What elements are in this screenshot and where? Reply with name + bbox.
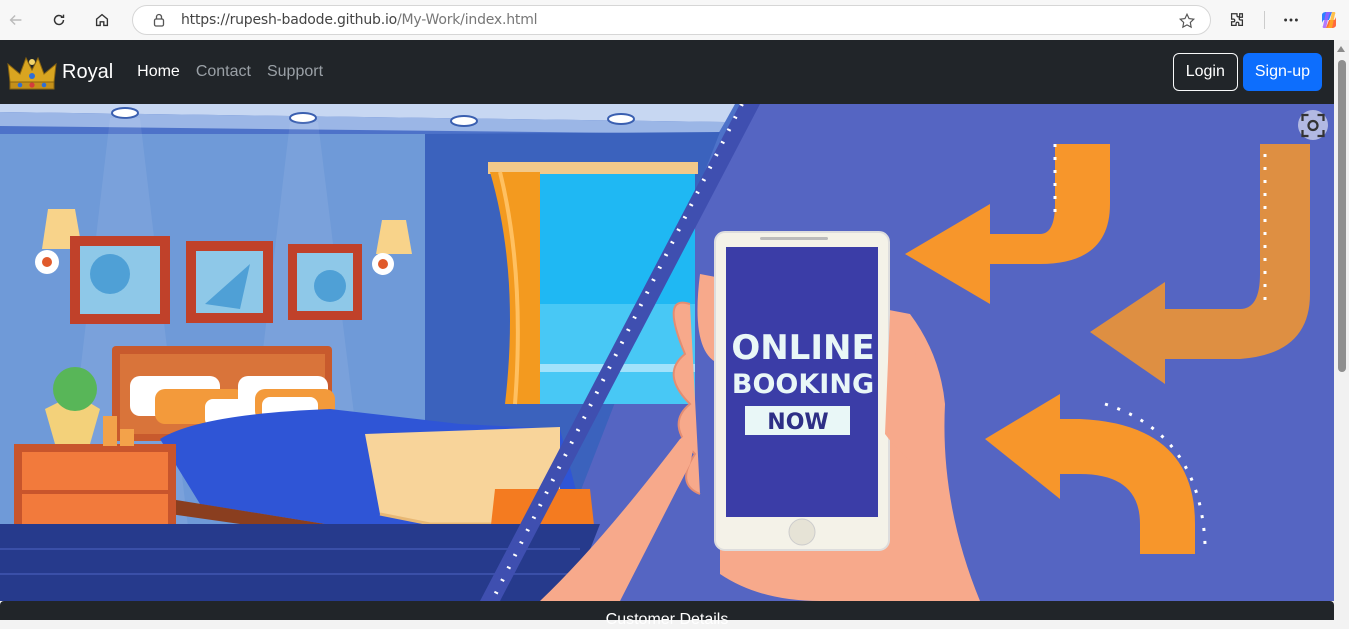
ceiling-light bbox=[111, 107, 139, 119]
scroll-up-icon[interactable] bbox=[1337, 46, 1345, 52]
copilot-icon[interactable] bbox=[1318, 9, 1340, 31]
login-button[interactable]: Login bbox=[1172, 53, 1238, 91]
brand-name: Royal bbox=[62, 60, 114, 83]
customer-details-title: Customer Details bbox=[605, 611, 729, 628]
reload-icon[interactable] bbox=[44, 5, 74, 35]
auth-buttons: Login Sign-up bbox=[1172, 53, 1322, 91]
visual-search-icon[interactable] bbox=[1298, 110, 1328, 140]
url-path: /My-Work/index.html bbox=[397, 12, 538, 28]
lock-icon bbox=[153, 13, 165, 27]
url-text: https://rupesh-badode.github.io/My-Work/… bbox=[181, 12, 538, 28]
browser-tools bbox=[1219, 0, 1349, 40]
hero-banner: ONLINE BOOKING NOW bbox=[0, 104, 1334, 601]
browser-toolbar: https://rupesh-badode.github.io/My-Work/… bbox=[0, 0, 1349, 40]
ceiling-light bbox=[289, 112, 317, 124]
nav-contact-link[interactable]: Contact bbox=[196, 63, 251, 81]
hero-line2: BOOKING bbox=[732, 369, 874, 400]
back-icon[interactable] bbox=[1, 5, 31, 35]
crown-logo-icon bbox=[7, 56, 57, 90]
brand[interactable]: Royal bbox=[6, 52, 113, 92]
hero-illustration: ONLINE BOOKING NOW bbox=[0, 104, 1334, 601]
ceiling-light bbox=[607, 113, 635, 125]
page-scrollbar[interactable] bbox=[1334, 40, 1349, 620]
url-host: https://rupesh-badode.github.io bbox=[181, 12, 398, 28]
main-menu: Home Contact Support bbox=[137, 63, 339, 81]
extensions-icon[interactable] bbox=[1228, 11, 1246, 29]
more-options-icon[interactable] bbox=[1282, 11, 1300, 29]
hero-line3: NOW bbox=[767, 410, 828, 435]
ceiling-light bbox=[450, 115, 478, 127]
signup-button[interactable]: Sign-up bbox=[1242, 53, 1322, 91]
hero-line1: ONLINE bbox=[731, 328, 874, 368]
site-navbar: Royal Home Contact Support Login Sign-up bbox=[0, 40, 1334, 104]
scroll-thumb[interactable] bbox=[1338, 60, 1346, 372]
home-icon[interactable] bbox=[87, 5, 117, 35]
address-bar[interactable]: https://rupesh-badode.github.io/My-Work/… bbox=[132, 5, 1211, 35]
toolbar-divider bbox=[1263, 11, 1265, 29]
customer-details-panel: Customer Details bbox=[0, 601, 1334, 628]
nav-support-link[interactable]: Support bbox=[267, 63, 323, 81]
nav-home-link[interactable]: Home bbox=[137, 63, 180, 81]
favorite-star-icon[interactable] bbox=[1178, 12, 1196, 30]
